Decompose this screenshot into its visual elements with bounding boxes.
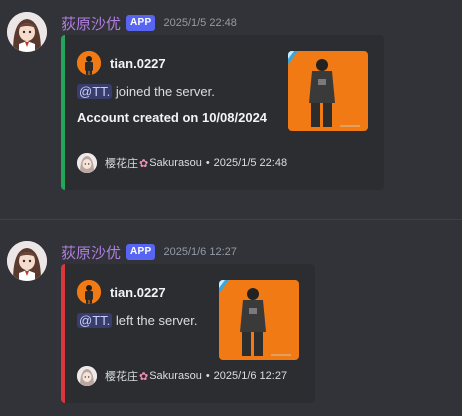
- embed-footer: 樱花庄 ✿ Sakurasou • 2025/1/6 12:27: [77, 366, 287, 386]
- anime-girl-avatar-icon: [7, 12, 47, 52]
- message-header: 荻原沙优 APP 2025/1/5 22:48: [61, 12, 237, 34]
- date-divider: [0, 219, 462, 220]
- embed-accent-bar: [61, 35, 65, 190]
- username[interactable]: 荻原沙优: [61, 13, 121, 34]
- author-avatar-icon: [77, 51, 101, 75]
- bot-avatar[interactable]: [7, 241, 47, 281]
- message-header: 荻原沙优 APP 2025/1/6 12:27: [61, 241, 237, 263]
- embed-thumbnail[interactable]: [288, 51, 368, 131]
- embed-description-text: joined the server.: [112, 84, 215, 99]
- footer-separator: •: [205, 370, 210, 382]
- app-badge: APP: [126, 244, 156, 260]
- sakura-icon: ✿: [139, 370, 149, 383]
- server-name-cjk: 樱花庄: [105, 158, 138, 170]
- footer-timestamp: 2025/1/5 22:48: [213, 157, 288, 169]
- username[interactable]: 荻原沙优: [61, 242, 121, 263]
- server-name-latin: Sakurasou: [149, 370, 202, 382]
- embed-description: @TT. left the server.: [77, 313, 198, 328]
- user-mention[interactable]: @TT.: [77, 84, 113, 99]
- footer-separator: •: [205, 157, 210, 169]
- server-avatar-icon: [77, 153, 97, 173]
- embed-description-text: left the server.: [112, 313, 198, 328]
- embed-accent-bar: [61, 264, 65, 403]
- user-mention[interactable]: @TT.: [77, 313, 113, 328]
- embed-card: tian.0227 @TT. left the server. 樱花庄 ✿ Sa…: [61, 264, 315, 403]
- app-badge: APP: [126, 15, 156, 31]
- sakura-icon: ✿: [139, 157, 149, 170]
- embed-description: @TT. joined the server.: [77, 84, 215, 99]
- message-timestamp[interactable]: 2025/1/5 22:48: [163, 17, 236, 29]
- photo-thumbnail-icon: [219, 280, 299, 360]
- embed-author-name[interactable]: tian.0227: [110, 285, 166, 300]
- embed-author-name[interactable]: tian.0227: [110, 56, 166, 71]
- message-timestamp[interactable]: 2025/1/6 12:27: [163, 246, 236, 258]
- server-name-latin: Sakurasou: [149, 157, 202, 169]
- author-avatar-icon: [77, 280, 101, 304]
- footer-timestamp: 2025/1/6 12:27: [213, 370, 288, 382]
- account-created-line: Account created on 10/08/2024: [77, 110, 268, 125]
- embed-footer: 樱花庄 ✿ Sakurasou • 2025/1/5 22:48: [77, 153, 287, 173]
- embed-thumbnail[interactable]: [219, 280, 299, 360]
- server-avatar-icon: [77, 366, 97, 386]
- embed-author: tian.0227: [77, 280, 166, 304]
- anime-girl-avatar-icon: [7, 241, 47, 281]
- embed-card: tian.0227 @TT. joined the server. Accoun…: [61, 35, 384, 190]
- embed-author: tian.0227: [77, 51, 166, 75]
- photo-thumbnail-icon: [288, 51, 368, 131]
- bot-avatar[interactable]: [7, 12, 47, 52]
- server-name-cjk: 樱花庄: [105, 371, 138, 383]
